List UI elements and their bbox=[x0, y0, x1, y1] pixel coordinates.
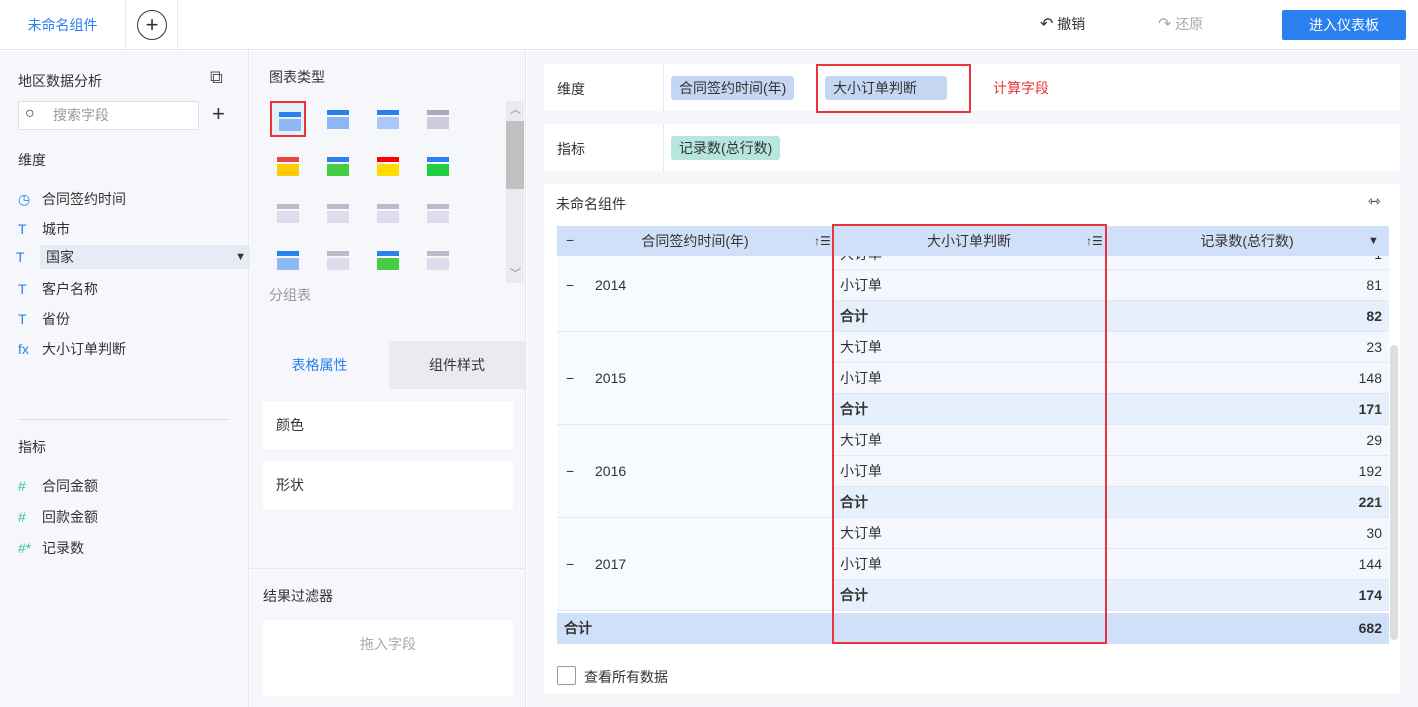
dimension-field[interactable]: T 客户名称 bbox=[18, 279, 98, 299]
highlight-box bbox=[832, 224, 1107, 644]
chart-type-option[interactable] bbox=[370, 195, 406, 231]
top-bar: 未命名组件 + ↶ 撤销 ↷ 还原 进入仪表板 bbox=[0, 0, 1418, 50]
year-group-cell: −2015 bbox=[557, 332, 833, 425]
chart-type-option[interactable] bbox=[320, 242, 356, 278]
chart-type-option[interactable] bbox=[320, 101, 356, 137]
chart-type-option[interactable] bbox=[270, 242, 306, 278]
highlight-box bbox=[816, 64, 971, 113]
chart-type-option[interactable] bbox=[320, 195, 356, 231]
add-tab-button[interactable]: + bbox=[126, 0, 178, 50]
dimension-field[interactable]: T 城市 bbox=[18, 219, 70, 239]
chart-type-option[interactable] bbox=[420, 101, 456, 137]
measure-field[interactable]: # 合同金额 bbox=[18, 476, 98, 496]
measure-shelf[interactable]: 指标 记录数(总行数) bbox=[544, 124, 1400, 171]
measure-label: 指标 bbox=[18, 439, 46, 455]
chart-type-option[interactable] bbox=[270, 148, 306, 184]
fit-width-icon[interactable]: ⇿ bbox=[1368, 192, 1381, 210]
chart-type-option[interactable] bbox=[420, 195, 456, 231]
chart-type-option[interactable] bbox=[420, 242, 456, 278]
search-input[interactable]: 搜索字段 bbox=[18, 101, 199, 130]
search-icon: ○ bbox=[25, 105, 35, 122]
chart-type-option[interactable] bbox=[370, 101, 406, 137]
measure-shelf-label: 指标 bbox=[557, 141, 585, 157]
grand-total-label: 合计 bbox=[564, 620, 592, 636]
color-property[interactable]: 颜色 bbox=[263, 401, 513, 449]
divider bbox=[250, 568, 526, 569]
column-header[interactable]: 合同签约时间(年) bbox=[557, 226, 833, 256]
dimension-pill[interactable]: 合同签约时间(年) bbox=[671, 76, 795, 100]
measure-field[interactable]: #* 记录数 bbox=[18, 538, 84, 558]
grand-total-value: 682 bbox=[1358, 620, 1382, 636]
collapse-icon[interactable]: − bbox=[566, 556, 574, 572]
chart-type-scrollbar[interactable]: ︿ ﹀ bbox=[506, 101, 524, 283]
dropdown-icon[interactable]: ▼ bbox=[235, 245, 246, 269]
chart-type-option[interactable] bbox=[320, 148, 356, 184]
tab-table-properties[interactable]: 表格属性 bbox=[250, 341, 389, 389]
number-icon: # bbox=[18, 509, 26, 525]
chart-type-label: 图表类型 bbox=[269, 69, 325, 85]
dimension-shelf-label: 维度 bbox=[557, 81, 585, 97]
redo-button[interactable]: ↷ 还原 bbox=[1158, 14, 1203, 34]
dimension-field[interactable]: ◷ 合同签约时间 bbox=[18, 189, 126, 209]
undo-icon: ↶ bbox=[1040, 16, 1054, 33]
chart-type-option[interactable] bbox=[270, 101, 306, 137]
chart-type-option[interactable] bbox=[370, 242, 406, 278]
selected-chart-name: 分组表 bbox=[269, 287, 311, 303]
divider[interactable] bbox=[18, 419, 230, 420]
dimension-shelf[interactable]: 维度 合同签约时间(年) 大小订单判断 计算字段 bbox=[544, 64, 1400, 111]
calc-field-note: 计算字段 bbox=[993, 80, 1049, 96]
column-header[interactable]: 记录数(总行数) bbox=[1105, 226, 1389, 256]
collapse-icon[interactable]: − bbox=[566, 277, 574, 293]
redo-icon: ↷ bbox=[1158, 16, 1172, 33]
number-icon: # bbox=[18, 478, 26, 494]
dataset-title: 地区数据分析 bbox=[18, 73, 102, 89]
measure-pill[interactable]: 记录数(总行数) bbox=[671, 136, 781, 160]
filter-label: 结果过滤器 bbox=[263, 588, 333, 604]
dimension-field[interactable]: fx 大小订单判断 bbox=[18, 339, 126, 359]
collapse-icon[interactable]: − bbox=[566, 370, 574, 386]
dimension-field[interactable]: T 省份 bbox=[18, 309, 70, 329]
chart-type-option[interactable] bbox=[420, 148, 456, 184]
filter-drop-zone[interactable]: 拖入字段 bbox=[263, 620, 513, 696]
measure-field[interactable]: # 回款金额 bbox=[18, 507, 98, 527]
text-icon: T bbox=[16, 249, 25, 265]
text-icon: T bbox=[18, 281, 27, 297]
view-all-checkbox[interactable] bbox=[557, 666, 576, 685]
number-icon: #* bbox=[18, 540, 32, 556]
collapse-icon[interactable]: − bbox=[566, 463, 574, 479]
tab-component-style[interactable]: 组件样式 bbox=[389, 341, 525, 389]
year-group-cell: −2016 bbox=[557, 425, 833, 518]
undo-button[interactable]: ↶ 撤销 bbox=[1040, 14, 1085, 34]
text-icon: T bbox=[18, 221, 27, 237]
chart-type-option[interactable] bbox=[370, 148, 406, 184]
add-field-button[interactable]: + bbox=[212, 101, 225, 127]
chart-type-option[interactable] bbox=[270, 195, 306, 231]
switch-dataset-icon[interactable]: ⧉ bbox=[210, 67, 223, 88]
clock-icon: ◷ bbox=[18, 191, 31, 207]
view-all-label: 查看所有数据 bbox=[584, 669, 668, 685]
table-scrollbar[interactable] bbox=[1390, 345, 1398, 640]
dimension-field[interactable]: T 国家 ▼ bbox=[16, 245, 252, 269]
plus-icon: + bbox=[137, 10, 167, 40]
text-icon: T bbox=[18, 311, 27, 327]
shape-property[interactable]: 形状 bbox=[263, 461, 513, 509]
enter-dashboard-button[interactable]: 进入仪表板 bbox=[1282, 10, 1406, 40]
widget-title: 未命名组件 bbox=[556, 196, 626, 212]
dimension-label: 维度 bbox=[18, 152, 46, 168]
tab-widget[interactable]: 未命名组件 bbox=[0, 0, 126, 50]
formula-icon: fx bbox=[18, 341, 29, 357]
year-group-cell: −2017 bbox=[557, 518, 833, 611]
dropdown-icon[interactable]: ▼ bbox=[1361, 226, 1386, 256]
